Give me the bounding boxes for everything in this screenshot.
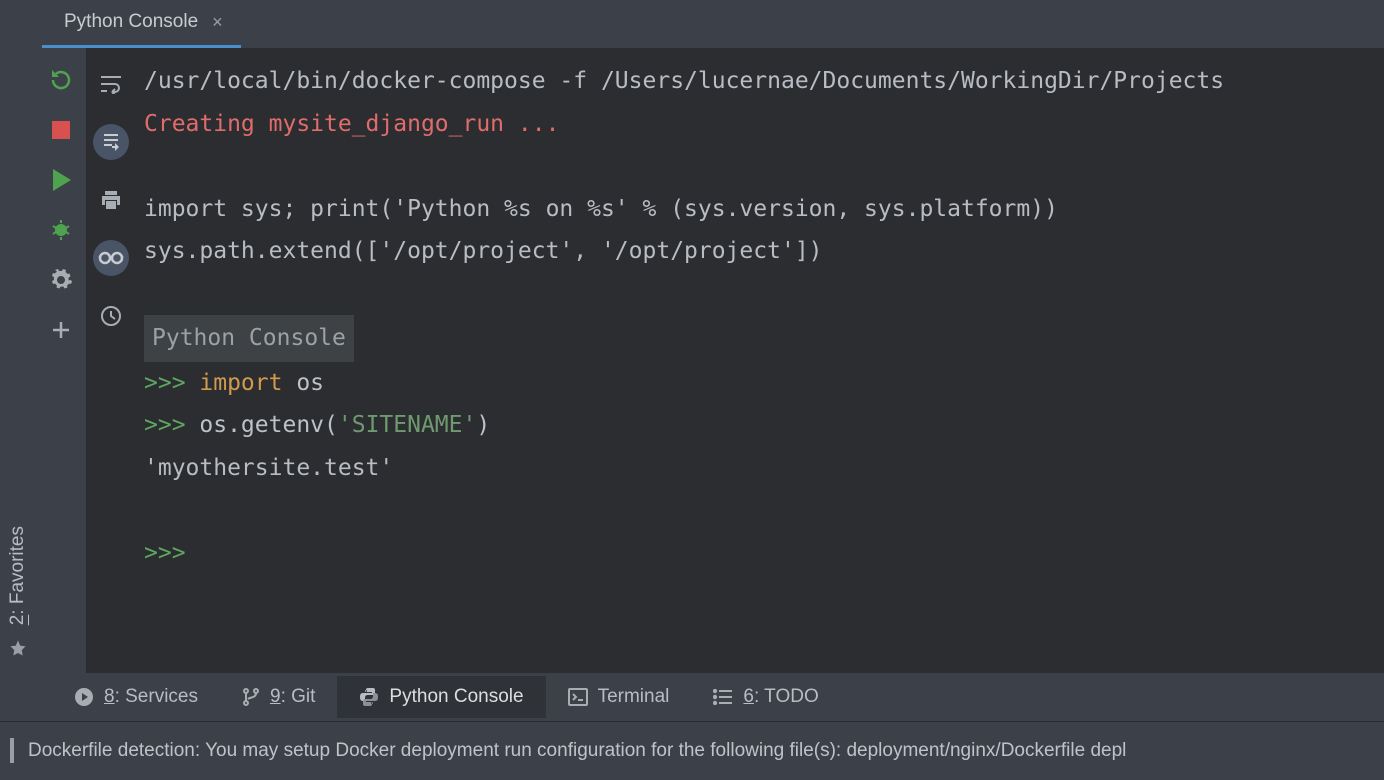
console-line: >>> import os xyxy=(140,362,1384,405)
show-variables-button[interactable] xyxy=(93,240,129,276)
console-toolbar-right xyxy=(86,48,136,673)
console-line: >>> os.getenv('SITENAME') xyxy=(140,404,1384,447)
console-banner: Python Console xyxy=(144,315,354,362)
close-icon[interactable]: × xyxy=(212,12,223,33)
history-button[interactable] xyxy=(93,298,129,334)
terminal-tool-button[interactable]: Terminal xyxy=(546,676,692,718)
add-button[interactable] xyxy=(47,316,75,344)
status-bar: Dockerfile detection: You may setup Dock… xyxy=(0,721,1384,780)
console-prompt[interactable]: >>> xyxy=(140,532,1384,575)
favorites-tool-button[interactable]: 2: Favorites xyxy=(7,526,29,625)
left-stripe: 2: Favorites xyxy=(0,48,36,673)
console-line: sys.path.extend(['/opt/project', '/opt/p… xyxy=(140,230,1384,273)
tab-label: Python Console xyxy=(64,11,198,33)
settings-button[interactable] xyxy=(47,266,75,294)
console-line: import sys; print('Python %s on %s' % (s… xyxy=(140,188,1384,231)
star-icon xyxy=(9,639,27,657)
stop-button[interactable] xyxy=(47,116,75,144)
list-icon xyxy=(713,689,733,705)
console-output[interactable]: /usr/local/bin/docker-compose -f /Users/… xyxy=(136,48,1384,673)
python-icon xyxy=(359,687,379,707)
tab-python-console[interactable]: Python Console × xyxy=(42,1,241,48)
python-console-tool-button[interactable]: Python Console xyxy=(337,676,545,718)
git-branch-icon xyxy=(242,687,260,707)
window-mode-icon[interactable] xyxy=(8,740,14,762)
terminal-icon xyxy=(568,688,588,706)
soft-wrap-button[interactable] xyxy=(93,66,129,102)
todo-tool-button[interactable]: 6: TODO xyxy=(691,676,840,718)
status-message: Dockerfile detection: You may setup Dock… xyxy=(28,740,1126,762)
git-tool-button[interactable]: 9: Git xyxy=(220,676,337,718)
console-line: 'myothersite.test' xyxy=(140,447,1384,490)
services-tool-button[interactable]: 8: Services xyxy=(52,676,220,718)
bottom-tool-bar: 8: Services 9: Git Python Console Termin… xyxy=(0,673,1384,721)
console-line: /usr/local/bin/docker-compose -f /Users/… xyxy=(140,60,1384,103)
rerun-button[interactable] xyxy=(47,66,75,94)
run-button[interactable] xyxy=(47,166,75,194)
tool-window-tab-bar: Python Console × xyxy=(0,0,1384,48)
print-button[interactable] xyxy=(93,182,129,218)
play-circle-icon xyxy=(74,687,94,707)
scroll-to-end-button[interactable] xyxy=(93,124,129,160)
debug-button[interactable] xyxy=(47,216,75,244)
console-toolbar-left xyxy=(36,48,86,673)
console-content-row: 2: Favorites xyxy=(0,48,1384,673)
console-line: Creating mysite_django_run ... xyxy=(140,103,1384,146)
